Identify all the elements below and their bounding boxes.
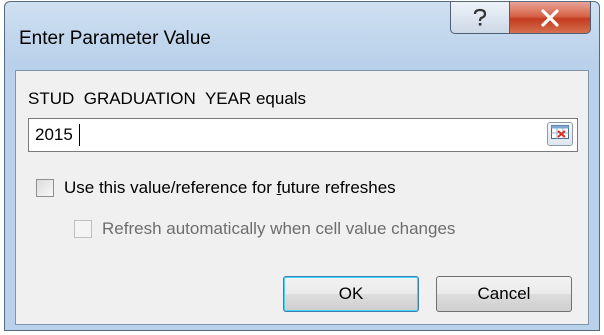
- refresh-automatically-option: Refresh automatically when cell value ch…: [74, 219, 455, 239]
- use-value-option[interactable]: Use this value/reference for future refr…: [36, 178, 396, 198]
- parameter-value-input[interactable]: 2015: [28, 118, 578, 152]
- use-value-label: Use this value/reference for future refr…: [64, 178, 396, 197]
- range-selector-button[interactable]: [547, 122, 573, 146]
- parameter-value-text: 2015: [35, 125, 73, 144]
- parameter-prompt: STUD GRADUATION YEAR equals: [28, 89, 307, 108]
- use-value-checkbox[interactable]: [36, 179, 54, 197]
- cancel-button[interactable]: Cancel: [436, 276, 572, 312]
- refresh-automatically-label: Refresh automatically when cell value ch…: [102, 219, 456, 238]
- dialog-body: STUD GRADUATION YEAR equals 2015 Use thi…: [15, 70, 589, 325]
- range-selector-icon: [551, 124, 569, 144]
- refresh-automatically-checkbox: [74, 220, 92, 238]
- question-mark-icon: [471, 8, 489, 28]
- dialog-window: Enter Parameter Value STUD GRADUATION YE…: [4, 1, 600, 331]
- text-caret: [79, 124, 80, 146]
- window-title: Enter Parameter Value: [19, 28, 211, 49]
- close-button[interactable]: [509, 2, 591, 34]
- help-button[interactable]: [450, 2, 510, 34]
- close-x-icon: [540, 8, 560, 27]
- ok-button[interactable]: OK: [283, 276, 419, 312]
